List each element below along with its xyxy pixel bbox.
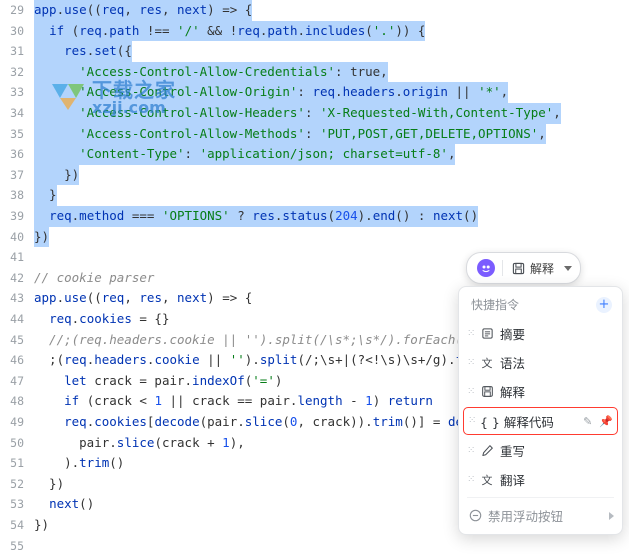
quick-command-label: 解释 [500, 385, 526, 400]
line-number: 53 [10, 497, 24, 512]
quick-command-row-5[interactable]: ⁙ 重写 [459, 436, 622, 465]
chevron-right-icon [609, 511, 614, 520]
disable-floating-button-label: 禁用浮动按钮 [488, 509, 564, 524]
pin-icon[interactable]: 📌 [599, 415, 613, 428]
line-number: 55 [10, 538, 24, 553]
drag-handle-icon[interactable]: ⁙ [467, 474, 476, 485]
quick-command-label: 翻译 [500, 473, 526, 488]
quick-command-label: { } 解释代码 [480, 414, 554, 430]
grammar-icon: 文 [481, 356, 493, 370]
line-number: 30 [10, 23, 24, 38]
line-number: 35 [10, 126, 24, 141]
chevron-down-icon [564, 265, 573, 271]
line-number: 52 [10, 476, 24, 491]
code-line-text: }) [34, 164, 80, 186]
drag-handle-icon[interactable]: ⁙ [467, 357, 476, 368]
assistant-logo-button[interactable] [473, 256, 499, 280]
code-line-text: next() [49, 496, 95, 512]
code-line-text: }) [34, 475, 65, 491]
code-line-text: let crack = pair.indexOf('=') [64, 372, 283, 388]
explain-icon [479, 385, 495, 398]
assistant-logo-icon [477, 259, 495, 277]
quick-commands-panel[interactable]: 快捷指令 + ⁙ 摘要 ⁙ 文语法 ⁙ 解释 ⁙{ } 解释代码 ✎ 📌 ⁙ 重写 ⁙ 文翻译 禁用浮动… [458, 286, 623, 535]
quick-command-row-4[interactable]: ⁙{ } 解释代码 ✎ 📌 [463, 407, 618, 435]
line-number: 48 [10, 394, 24, 409]
toolbar-dropdown-toggle[interactable] [558, 256, 576, 280]
code-line-text: 'Access-Control-Allow-Methods': 'PUT,POS… [34, 123, 546, 145]
code-line-text: ;(req.headers.cookie || '').split(/;\s+|… [34, 352, 508, 368]
line-number: 46 [10, 353, 24, 368]
quick-command-label: 语法 [500, 356, 526, 371]
code-line-text: req.method === 'OPTIONS' ? res.status(20… [34, 206, 479, 227]
line-number: 34 [10, 106, 24, 120]
code-line-text: } [34, 185, 57, 206]
code-line-text: if (crack < 1 || crack == pair.length - … [64, 393, 433, 409]
quick-command-row-1[interactable]: ⁙ 摘要 [459, 319, 622, 348]
quick-command-actions[interactable]: ✎ 📌 [583, 415, 613, 428]
code-line-text: 'Access-Control-Allow-Origin': req.heade… [34, 82, 509, 103]
line-number: 49 [10, 415, 24, 429]
line-number: 40 [10, 229, 24, 244]
line-number: 38 [10, 188, 24, 203]
line-number: 41 [10, 250, 24, 265]
save-icon [510, 262, 526, 275]
code-line-text: 'Access-Control-Allow-Credentials': true… [34, 61, 388, 83]
quick-command-row-3[interactable]: ⁙ 解释 [459, 377, 622, 406]
quick-command-row-6[interactable]: ⁙ 文翻译 [459, 465, 622, 494]
quick-command-row-2[interactable]: ⁙ 文语法 [459, 348, 622, 377]
line-number: 29 [10, 3, 24, 17]
code-line-text: }) [34, 226, 50, 248]
code-line-text: res.set({ [34, 41, 132, 62]
line-number: 54 [10, 518, 24, 532]
panel-divider [467, 497, 614, 498]
code-line-text: 'Access-Control-Allow-Headers': 'X-Reque… [34, 103, 561, 124]
drag-handle-icon[interactable]: ⁙ [467, 386, 476, 397]
plus-icon[interactable]: + [596, 296, 612, 313]
floating-toolbar[interactable]: 解释 [466, 252, 582, 284]
translate-icon: 文 [481, 473, 493, 487]
line-number: 44 [10, 312, 24, 326]
line-number: 37 [10, 167, 24, 182]
code-line-text: // cookie parser [34, 269, 155, 285]
explain-button-label: 解释 [530, 261, 555, 276]
line-number: 43 [10, 291, 24, 306]
code-line-text: }) [34, 517, 50, 532]
code-line-text: req.cookies = {} [49, 311, 170, 326]
rewrite-icon [479, 444, 495, 457]
explain-button[interactable]: 解释 [506, 256, 558, 280]
code-line-text: ).trim() [34, 455, 125, 471]
line-number: 36 [10, 147, 24, 162]
panel-title: 快捷指令 [471, 298, 520, 312]
drag-handle-icon[interactable]: ⁙ [467, 445, 476, 456]
code-line-text: //;(req.headers.cookie || '').split(/\s*… [34, 331, 509, 347]
drag-handle-icon[interactable]: ⁙ [467, 328, 476, 339]
drag-handle-icon[interactable]: ⁙ [468, 416, 477, 426]
code-line-text: if (req.path !== '/' && !req.path.includ… [34, 20, 426, 42]
toolbar-divider [502, 260, 503, 276]
summary-icon [479, 327, 495, 340]
disable-icon [467, 509, 483, 522]
code-line-text: pair.slice(crack + 1), [34, 434, 245, 450]
line-number: 47 [10, 373, 24, 388]
code-line-text: app.use((req, res, next) => { [34, 0, 253, 21]
line-number: 51 [10, 456, 24, 471]
line-number: 50 [10, 435, 24, 450]
line-number: 45 [10, 332, 24, 347]
quick-command-label: 重写 [500, 444, 526, 459]
code-line-text: app.use((req, res, next) => { [34, 290, 253, 306]
line-number: 42 [10, 270, 24, 285]
panel-header: 快捷指令 + [459, 293, 622, 319]
pencil-icon[interactable]: ✎ [583, 415, 592, 428]
code-line-text: 'Content-Type': 'application/json; chars… [34, 144, 456, 165]
line-number: 33 [10, 85, 24, 100]
quick-command-label: 摘要 [500, 327, 526, 342]
line-number: 39 [10, 209, 24, 223]
line-number: 31 [10, 44, 24, 59]
line-number: 32 [10, 64, 24, 79]
disable-floating-button-row[interactable]: 禁用浮动按钮 [459, 501, 622, 530]
code-line-text: req.cookies[decode(pair.slice(0, crack))… [64, 414, 501, 429]
